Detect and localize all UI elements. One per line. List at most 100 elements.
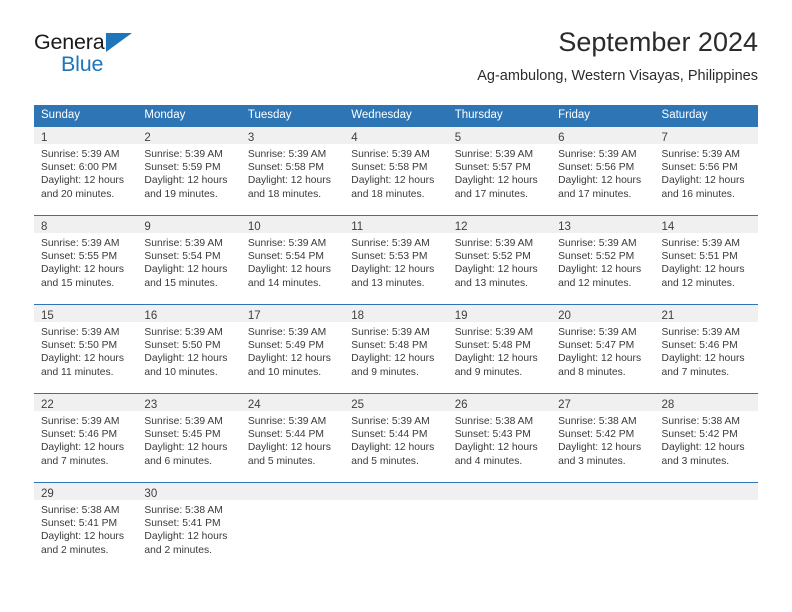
day-number: 14 <box>661 221 675 233</box>
day-number: 25 <box>351 399 365 411</box>
daylight-text: Daylight: 12 hours and 5 minutes. <box>247 442 331 467</box>
sunrise-text: Sunrise: 5:39 AM <box>247 327 327 338</box>
calendar-cell: 7 Sunrise: 5:39 AM Sunset: 5:56 PM Daylight… <box>654 126 758 215</box>
day-number-band <box>551 483 655 500</box>
sunrise-text: Sunrise: 5:38 AM <box>558 416 637 427</box>
day-cell[interactable]: 28 Sunrise: 5:38 AM Sunset: 5:42 PM Dayligh… <box>654 393 758 482</box>
page-subtitle-location: Ag-ambulong, Western Visayas, Philippine… <box>477 68 758 84</box>
day-cell[interactable]: 10 Sunrise: 5:39 AM Sunset: 5:54 PM Dayligh… <box>240 215 345 304</box>
day-cell[interactable]: 26 Sunrise: 5:38 AM Sunset: 5:43 PM Dayligh… <box>447 393 552 482</box>
day-number: 24 <box>247 399 261 411</box>
daylight-text: Daylight: 12 hours and 9 minutes. <box>454 353 538 378</box>
daylight-text: Daylight: 12 hours and 2 minutes. <box>144 531 228 556</box>
calendar-week-row: 29 Sunrise: 5:38 AM Sunset: 5:41 PM Dayligh… <box>34 482 758 571</box>
day-cell[interactable]: 2 Sunrise: 5:39 AM Sunset: 5:59 PM Daylight… <box>137 126 241 215</box>
sunset-text: Sunset: 5:49 PM <box>247 340 324 352</box>
day-info: Sunrise: 5:39 AM Sunset: 5:47 PM Daylight:… <box>551 322 654 379</box>
daylight-text: Daylight: 12 hours and 9 minutes. <box>351 353 435 378</box>
day-cell[interactable]: 11 Sunrise: 5:39 AM Sunset: 5:53 PM Dayligh… <box>344 215 448 304</box>
day-number: 30 <box>144 488 158 500</box>
day-cell[interactable]: 15 Sunrise: 5:39 AM Sunset: 5:50 PM Dayligh… <box>34 304 138 393</box>
day-cell[interactable]: 6 Sunrise: 5:39 AM Sunset: 5:56 PM Daylight… <box>551 126 655 215</box>
day-info: Sunrise: 5:39 AM Sunset: 5:46 PM Daylight:… <box>655 322 758 379</box>
day-cell[interactable]: 22 Sunrise: 5:39 AM Sunset: 5:46 PM Dayligh… <box>34 393 138 482</box>
day-number-band: 3 <box>240 127 345 144</box>
day-cell[interactable]: 9 Sunrise: 5:39 AM Sunset: 5:54 PM Daylight… <box>137 215 241 304</box>
sunset-text: Sunset: 5:48 PM <box>454 340 531 352</box>
calendar-cell <box>551 482 655 571</box>
weekday-header-wednesday: Wednesday <box>344 105 448 126</box>
logo-text-blue: Blue <box>61 52 104 76</box>
daylight-text: Daylight: 12 hours and 3 minutes. <box>661 442 745 467</box>
sunset-text: Sunset: 5:58 PM <box>351 162 428 174</box>
day-cell[interactable]: 8 Sunrise: 5:39 AM Sunset: 5:55 PM Daylight… <box>34 215 138 304</box>
daylight-text: Daylight: 12 hours and 13 minutes. <box>454 264 538 289</box>
day-number-band: 23 <box>137 394 241 411</box>
day-number-band: 26 <box>447 394 552 411</box>
daylight-text: Daylight: 12 hours and 20 minutes. <box>41 175 124 200</box>
daylight-text: Daylight: 12 hours and 3 minutes. <box>558 442 642 467</box>
day-number: 29 <box>41 488 54 500</box>
day-number-band: 30 <box>137 483 241 500</box>
day-cell[interactable]: 13 Sunrise: 5:39 AM Sunset: 5:52 PM Dayligh… <box>551 215 655 304</box>
generalblue-logo[interactable]: General Blue <box>34 31 204 82</box>
day-cell[interactable]: 17 Sunrise: 5:39 AM Sunset: 5:49 PM Dayligh… <box>240 304 345 393</box>
weekday-header-friday: Friday <box>551 105 655 126</box>
day-cell[interactable]: 30 Sunrise: 5:38 AM Sunset: 5:41 PM Dayligh… <box>137 482 241 571</box>
sunset-text: Sunset: 5:43 PM <box>454 429 531 441</box>
day-cell[interactable]: 19 Sunrise: 5:39 AM Sunset: 5:48 PM Dayligh… <box>447 304 552 393</box>
day-cell-empty <box>551 482 655 571</box>
day-cell[interactable]: 14 Sunrise: 5:39 AM Sunset: 5:51 PM Dayligh… <box>654 215 758 304</box>
day-number: 4 <box>351 132 358 144</box>
day-cell[interactable]: 7 Sunrise: 5:39 AM Sunset: 5:56 PM Daylight… <box>654 126 758 215</box>
sunrise-text: Sunrise: 5:39 AM <box>247 416 327 427</box>
day-number: 22 <box>41 399 54 411</box>
day-cell[interactable]: 27 Sunrise: 5:38 AM Sunset: 5:42 PM Dayligh… <box>551 393 655 482</box>
calendar-week-row: 15 Sunrise: 5:39 AM Sunset: 5:50 PM Dayligh… <box>34 304 758 393</box>
calendar-cell: 21 Sunrise: 5:39 AM Sunset: 5:46 PM Dayligh… <box>654 304 758 393</box>
sunrise-text: Sunrise: 5:39 AM <box>558 149 637 160</box>
day-cell[interactable]: 12 Sunrise: 5:39 AM Sunset: 5:52 PM Dayligh… <box>447 215 552 304</box>
day-cell[interactable]: 5 Sunrise: 5:39 AM Sunset: 5:57 PM Daylight… <box>447 126 552 215</box>
calendar-cell: 13 Sunrise: 5:39 AM Sunset: 5:52 PM Dayligh… <box>551 215 655 304</box>
day-cell[interactable]: 29 Sunrise: 5:38 AM Sunset: 5:41 PM Dayligh… <box>34 482 138 571</box>
day-cell[interactable]: 24 Sunrise: 5:39 AM Sunset: 5:44 PM Dayligh… <box>240 393 345 482</box>
day-cell[interactable]: 21 Sunrise: 5:39 AM Sunset: 5:46 PM Dayligh… <box>654 304 758 393</box>
day-number: 8 <box>41 221 48 233</box>
calendar-cell: 6 Sunrise: 5:39 AM Sunset: 5:56 PM Daylight… <box>551 126 655 215</box>
day-info: Sunrise: 5:38 AM Sunset: 5:43 PM Daylight:… <box>448 411 551 468</box>
day-cell-empty <box>654 482 758 571</box>
sunset-text: Sunset: 5:41 PM <box>144 518 221 530</box>
sunset-text: Sunset: 5:50 PM <box>144 340 221 352</box>
page-title: September 2024 <box>558 27 758 57</box>
calendar-table: Sunday Monday Tuesday Wednesday Thursday… <box>34 105 758 571</box>
day-number-band: 9 <box>137 216 241 233</box>
daylight-text: Daylight: 12 hours and 13 minutes. <box>351 264 435 289</box>
daylight-text: Daylight: 12 hours and 8 minutes. <box>558 353 642 378</box>
day-info: Sunrise: 5:39 AM Sunset: 5:44 PM Daylight:… <box>344 411 447 468</box>
calendar-cell: 27 Sunrise: 5:38 AM Sunset: 5:42 PM Dayligh… <box>551 393 655 482</box>
day-cell[interactable]: 18 Sunrise: 5:39 AM Sunset: 5:48 PM Dayligh… <box>344 304 448 393</box>
day-number-band: 16 <box>137 305 241 322</box>
day-info: Sunrise: 5:39 AM Sunset: 5:54 PM Daylight:… <box>137 233 240 290</box>
day-info: Sunrise: 5:39 AM Sunset: 6:00 PM Daylight:… <box>34 144 137 201</box>
calendar-cell: 10 Sunrise: 5:39 AM Sunset: 5:54 PM Dayligh… <box>240 215 345 304</box>
day-cell[interactable]: 3 Sunrise: 5:39 AM Sunset: 5:58 PM Daylight… <box>240 126 345 215</box>
day-number: 16 <box>144 310 158 322</box>
weekday-header-monday: Monday <box>137 105 241 126</box>
sunrise-text: Sunrise: 5:39 AM <box>558 238 637 249</box>
day-cell[interactable]: 1 Sunrise: 5:39 AM Sunset: 6:00 PM Daylight… <box>34 126 138 215</box>
day-cell[interactable]: 20 Sunrise: 5:39 AM Sunset: 5:47 PM Dayligh… <box>551 304 655 393</box>
calendar-week-row: 1 Sunrise: 5:39 AM Sunset: 6:00 PM Daylight… <box>34 126 758 215</box>
day-number: 2 <box>144 132 151 144</box>
day-number-band: 24 <box>240 394 345 411</box>
day-cell[interactable]: 16 Sunrise: 5:39 AM Sunset: 5:50 PM Dayligh… <box>137 304 241 393</box>
calendar-cell: 26 Sunrise: 5:38 AM Sunset: 5:43 PM Dayligh… <box>447 393 552 482</box>
day-cell[interactable]: 25 Sunrise: 5:39 AM Sunset: 5:44 PM Dayligh… <box>344 393 448 482</box>
day-cell[interactable]: 4 Sunrise: 5:39 AM Sunset: 5:58 PM Daylight… <box>344 126 448 215</box>
calendar-page: General Blue September 2024 Ag-ambulong,… <box>0 0 792 612</box>
sunset-text: Sunset: 5:52 PM <box>454 251 531 263</box>
day-cell[interactable]: 23 Sunrise: 5:39 AM Sunset: 5:45 PM Dayligh… <box>137 393 241 482</box>
sunrise-text: Sunrise: 5:39 AM <box>41 327 120 338</box>
sunrise-text: Sunrise: 5:38 AM <box>144 505 223 516</box>
